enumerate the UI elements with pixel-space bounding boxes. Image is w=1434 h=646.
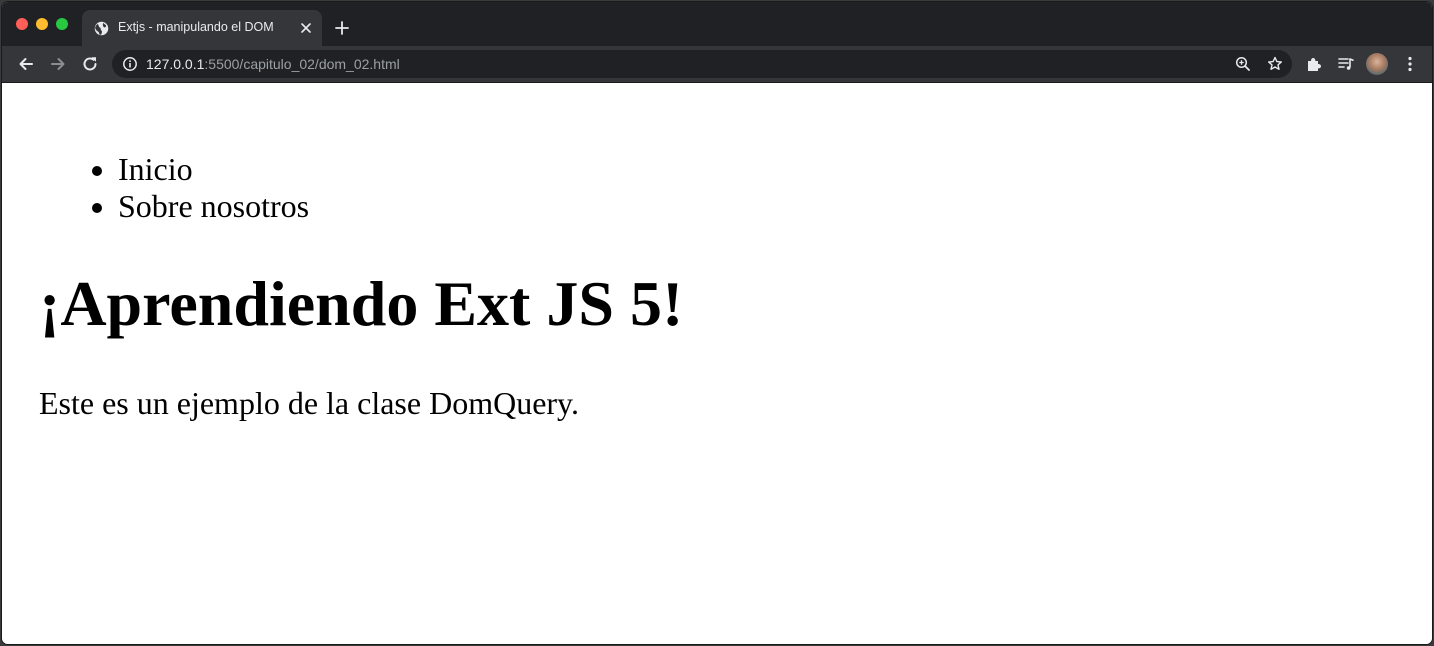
tab-title: Extjs - manipulando el DOM: [118, 20, 274, 34]
browser-tab[interactable]: Extjs - manipulando el DOM: [82, 10, 322, 46]
avatar[interactable]: [1366, 53, 1388, 75]
page-paragraph: Este es un ejemplo de la clase DomQuery.: [39, 385, 579, 421]
url-text: 127.0.0.1:5500/capitulo_02/dom_02.html: [146, 56, 400, 72]
puzzle-icon[interactable]: [1304, 54, 1324, 74]
url-host: 127.0.0.1: [146, 56, 205, 72]
nav-item-sobre-nosotros: Sobre nosotros: [118, 188, 309, 225]
page-heading: ¡Aprendiendo Ext JS 5!: [39, 268, 684, 339]
window-minimize-button[interactable]: [36, 18, 48, 30]
reload-icon: [83, 57, 97, 71]
arrow-right-icon: [51, 58, 65, 70]
arrow-left-icon: [19, 58, 33, 70]
url-path: :5500/capitulo_02/dom_02.html: [204, 56, 400, 72]
forward-button[interactable]: [48, 54, 68, 74]
window-zoom-button[interactable]: [56, 18, 68, 30]
back-button[interactable]: [16, 54, 36, 74]
window-close-button[interactable]: [16, 18, 28, 30]
reload-button[interactable]: [80, 54, 100, 74]
info-icon[interactable]: [122, 56, 138, 72]
page-content: Inicio Sobre nosotros ¡Aprendiendo Ext J…: [2, 83, 1432, 644]
zoom-icon[interactable]: [1234, 55, 1252, 73]
nav-list: Inicio Sobre nosotros: [38, 151, 309, 225]
tab-strip: Extjs - manipulando el DOM: [2, 2, 1432, 46]
browser-window: Extjs - manipulando el DOM 127.0.0.1:550…: [2, 2, 1432, 644]
media-queue-icon[interactable]: [1336, 54, 1356, 74]
globe-icon: [94, 21, 109, 36]
kebab-menu-icon[interactable]: [1400, 54, 1420, 74]
star-icon[interactable]: [1266, 55, 1284, 73]
address-bar[interactable]: 127.0.0.1:5500/capitulo_02/dom_02.html: [112, 50, 1292, 78]
nav-item-inicio: Inicio: [118, 151, 309, 188]
browser-toolbar: 127.0.0.1:5500/capitulo_02/dom_02.html: [2, 46, 1432, 83]
new-tab-icon[interactable]: [332, 18, 352, 38]
close-tab-icon[interactable]: [298, 20, 314, 36]
